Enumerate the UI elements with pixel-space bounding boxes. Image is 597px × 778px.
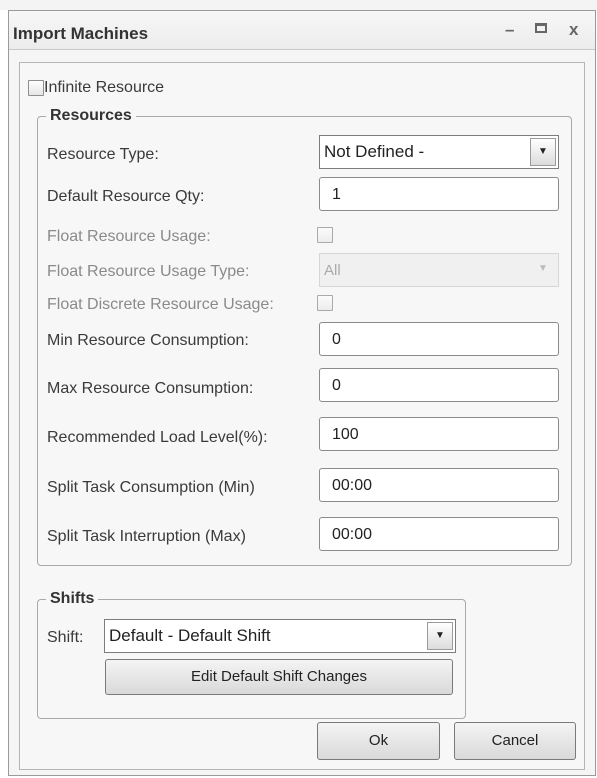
dialog-title: Import Machines bbox=[13, 24, 149, 43]
resources-legend: Resources bbox=[46, 107, 136, 125]
ok-button[interactable]: Ok bbox=[317, 722, 440, 760]
chevron-down-icon: ▼ bbox=[538, 263, 548, 274]
recommended-load-level-label: Recommended Load Level(%): bbox=[47, 429, 268, 446]
max-resource-consumption-input[interactable]: 0 bbox=[319, 368, 559, 402]
min-resource-consumption-input[interactable]: 0 bbox=[319, 322, 559, 356]
infinite-resource-checkbox[interactable] bbox=[28, 80, 44, 96]
chevron-down-icon[interactable]: ▼ bbox=[427, 622, 453, 650]
float-resource-usage-type-select: All ▼ bbox=[319, 253, 559, 287]
title-bar: Import Machines – x bbox=[9, 11, 595, 50]
recommended-load-level-input[interactable]: 100 bbox=[319, 417, 559, 451]
maximize-icon[interactable] bbox=[535, 23, 547, 33]
max-resource-consumption-label: Max Resource Consumption: bbox=[47, 380, 254, 397]
shift-label: Shift: bbox=[47, 629, 84, 646]
split-task-interruption-input[interactable]: 00:00 bbox=[319, 517, 559, 551]
split-task-consumption-label: Split Task Consumption (Min) bbox=[47, 479, 255, 496]
split-task-interruption-label: Split Task Interruption (Max) bbox=[47, 528, 246, 545]
dialog-content: Infinite Resource Resources Resource Typ… bbox=[19, 62, 585, 770]
resource-type-value: Not Defined - bbox=[324, 142, 425, 161]
chevron-down-icon[interactable]: ▼ bbox=[530, 138, 556, 166]
shift-select[interactable]: Default - Default Shift ▼ bbox=[104, 619, 456, 653]
edit-default-shift-changes-button[interactable]: Edit Default Shift Changes bbox=[105, 659, 453, 695]
float-resource-usage-type-value: All bbox=[324, 262, 341, 279]
float-resource-usage-checkbox[interactable] bbox=[317, 227, 333, 243]
cancel-button[interactable]: Cancel bbox=[454, 722, 576, 760]
split-task-consumption-input[interactable]: 00:00 bbox=[319, 468, 559, 502]
float-resource-usage-label: Float Resource Usage: bbox=[47, 228, 211, 245]
minimize-icon[interactable]: – bbox=[505, 21, 514, 39]
float-discrete-resource-usage-label: Float Discrete Resource Usage: bbox=[47, 296, 274, 313]
resource-type-select[interactable]: Not Defined - ▼ bbox=[319, 135, 559, 169]
min-resource-consumption-label: Min Resource Consumption: bbox=[47, 332, 249, 349]
import-machines-dialog: Import Machines – x Infinite Resource Re… bbox=[8, 10, 596, 776]
shift-value: Default - Default Shift bbox=[109, 626, 271, 645]
shifts-legend: Shifts bbox=[46, 590, 99, 608]
float-discrete-resource-usage-checkbox[interactable] bbox=[317, 295, 333, 311]
infinite-resource-label: Infinite Resource bbox=[44, 79, 165, 96]
resource-type-label: Resource Type: bbox=[47, 146, 159, 163]
default-resource-qty-input[interactable]: 1 bbox=[319, 177, 559, 211]
close-icon[interactable]: x bbox=[569, 21, 578, 39]
float-resource-usage-type-label: Float Resource Usage Type: bbox=[47, 263, 250, 280]
background-strip bbox=[0, 0, 597, 10]
default-resource-qty-label: Default Resource Qty: bbox=[47, 188, 205, 205]
